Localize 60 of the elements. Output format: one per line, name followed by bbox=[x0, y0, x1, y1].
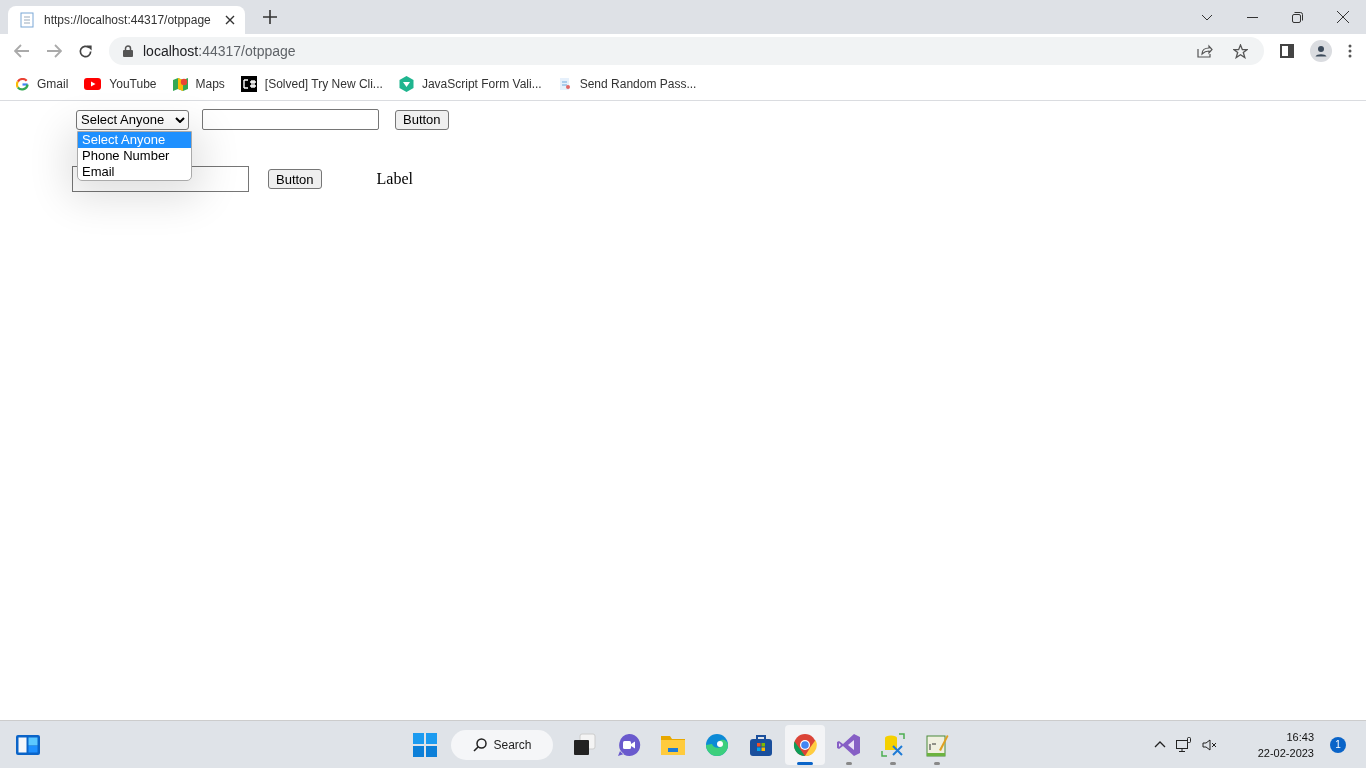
dropdown-option[interactable]: Email bbox=[78, 163, 191, 180]
search-icon bbox=[473, 737, 488, 752]
share-icon[interactable] bbox=[1197, 44, 1213, 58]
document-icon bbox=[20, 12, 34, 28]
notepad-pencil-icon bbox=[924, 732, 949, 757]
lock-icon bbox=[123, 45, 133, 57]
plus-icon[interactable] bbox=[263, 10, 277, 24]
network-icon[interactable] bbox=[1175, 736, 1192, 753]
page-icon bbox=[557, 76, 572, 92]
side-panel-icon[interactable] bbox=[1280, 44, 1294, 58]
star-icon[interactable] bbox=[1233, 43, 1248, 59]
chrome-logo-icon bbox=[792, 732, 817, 757]
submit-button[interactable]: Button bbox=[395, 109, 449, 130]
running-indicator bbox=[889, 761, 896, 765]
wave-swirl-icon bbox=[704, 732, 729, 757]
address-bar[interactable]: localhost:44317/otppage bbox=[109, 37, 1264, 65]
close-icon[interactable] bbox=[225, 15, 235, 25]
shield-icon bbox=[398, 76, 414, 92]
submit-button[interactable]: Button bbox=[268, 169, 322, 189]
minimize-icon[interactable] bbox=[1247, 16, 1258, 18]
search-field[interactable]: Search bbox=[451, 729, 553, 760]
bookmark[interactable]: Gmail bbox=[16, 77, 69, 91]
google-g-icon bbox=[16, 77, 29, 91]
chevron-down-icon[interactable] bbox=[1201, 13, 1213, 21]
reload-icon[interactable] bbox=[78, 43, 93, 59]
clock[interactable]: 16:43 22-02-2023 bbox=[1257, 728, 1314, 761]
running-indicator bbox=[933, 761, 940, 765]
url-text: localhost:44317/otppage bbox=[143, 43, 296, 59]
bookmark[interactable]: Send Random Pass... bbox=[557, 76, 697, 92]
restore-icon[interactable] bbox=[1292, 11, 1303, 23]
play-icon bbox=[84, 78, 102, 90]
widgets-icon[interactable] bbox=[16, 734, 40, 755]
overlapping-windows-icon bbox=[572, 732, 597, 757]
label-text: Label bbox=[376, 170, 413, 188]
profile-icon[interactable] bbox=[1310, 40, 1332, 62]
map-pin-icon bbox=[172, 76, 188, 92]
muted-speaker-icon[interactable] bbox=[1201, 738, 1218, 751]
chevron-down-icon bbox=[175, 116, 185, 123]
infinity-ribbon-icon bbox=[836, 732, 861, 757]
running-indicator bbox=[796, 761, 813, 765]
bookmark[interactable]: JavaScript Form Vali... bbox=[398, 76, 542, 92]
browser-tab[interactable]: https://localhost:44317/otppage bbox=[8, 6, 245, 34]
more-menu-icon[interactable] bbox=[1348, 44, 1352, 58]
video-chat-icon bbox=[616, 732, 641, 757]
bookmark[interactable]: [Solved] Try New Cli... bbox=[240, 76, 383, 92]
bookmark[interactable]: YouTube bbox=[84, 77, 157, 91]
close-icon[interactable] bbox=[1337, 11, 1349, 23]
bookmark[interactable]: Maps bbox=[172, 76, 225, 92]
database-tools-icon bbox=[880, 732, 905, 757]
folder-icon bbox=[659, 733, 686, 756]
dropdown-select[interactable]: Select Anyone bbox=[76, 109, 189, 130]
shopping-bag-icon bbox=[748, 732, 773, 757]
chevron-up-icon[interactable] bbox=[1153, 741, 1166, 748]
running-indicator bbox=[845, 761, 852, 765]
notification-badge[interactable]: 1 bbox=[1330, 736, 1346, 753]
dropdown-option[interactable]: Phone Number bbox=[78, 147, 191, 164]
hash-icon bbox=[240, 76, 257, 92]
start-icon[interactable] bbox=[413, 732, 438, 757]
tab-title: https://localhost:44317/otppage bbox=[44, 13, 212, 27]
text-input[interactable] bbox=[202, 109, 379, 130]
